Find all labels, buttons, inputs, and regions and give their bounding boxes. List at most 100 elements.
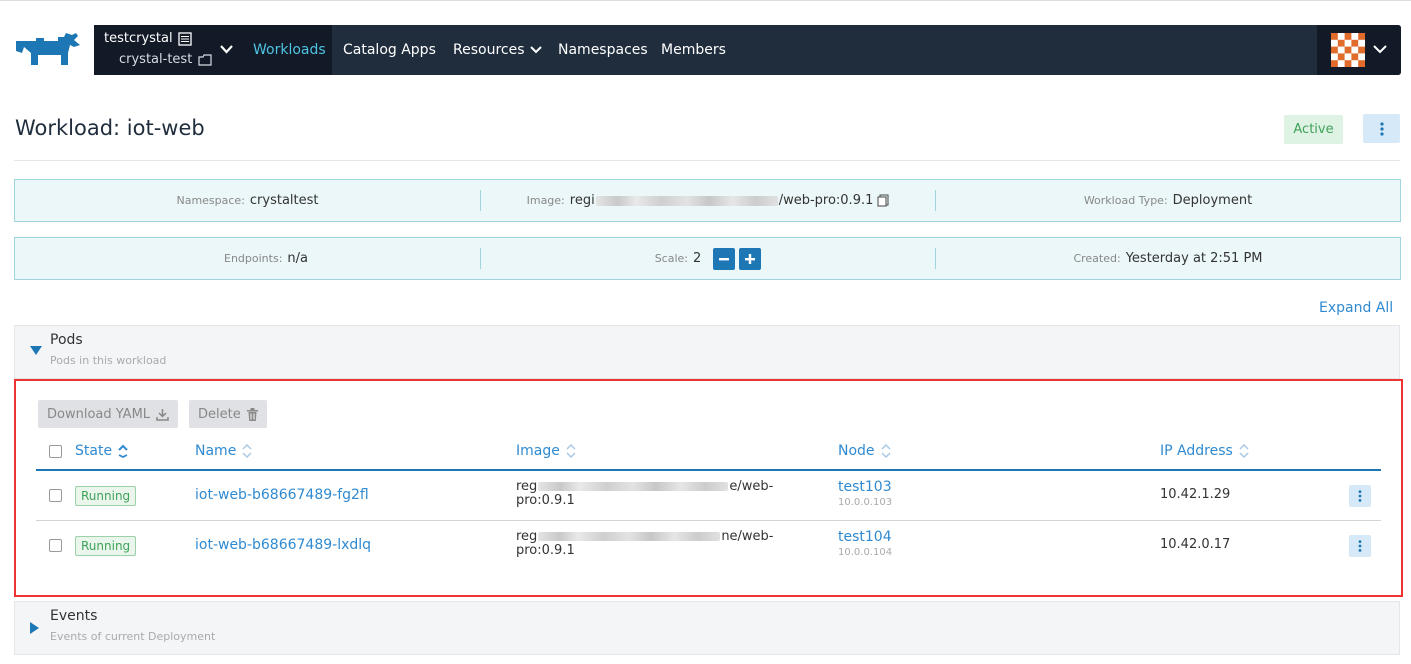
- select-all-checkbox[interactable]: [49, 445, 62, 458]
- delete-button[interactable]: Delete: [189, 400, 267, 428]
- image-field: Image: regi /web-pro:0.9.1: [481, 180, 935, 221]
- project-name: crystal-test: [119, 52, 193, 67]
- kebab-menu-icon: [1358, 540, 1362, 552]
- expand-all-link[interactable]: Expand All: [1319, 300, 1393, 316]
- column-header-image[interactable]: Image: [516, 443, 576, 459]
- pods-subtitle: Pods in this workload: [50, 354, 167, 367]
- nav-members[interactable]: Members: [661, 25, 726, 75]
- column-header-label: State: [75, 443, 113, 459]
- column-header-ip-address[interactable]: IP Address: [1160, 443, 1249, 459]
- info-box-top: Namespace: crystaltest Image: regi /web-…: [14, 179, 1401, 222]
- namespace-value: crystaltest: [249, 193, 319, 208]
- column-header-state[interactable]: State: [75, 443, 128, 459]
- status-badge: Active: [1284, 115, 1343, 144]
- node-ip: 10.0.0.104: [838, 547, 893, 558]
- column-header-name[interactable]: Name: [195, 443, 252, 459]
- pods-accordion-header[interactable]: Pods Pods in this workload: [14, 325, 1400, 379]
- download-yaml-label: Download YAML: [47, 406, 151, 422]
- workload-type-value: Deployment: [1172, 193, 1253, 208]
- pod-image-line2: pro:0.9.1: [516, 493, 575, 508]
- endpoints-label: Endpoints:: [224, 252, 283, 265]
- namespace-label: Namespace:: [176, 194, 245, 207]
- state-badge: Running: [75, 536, 137, 556]
- kebab-menu-icon: [1379, 121, 1384, 136]
- pod-image: reg ne/web- pro:0.9.1: [516, 530, 796, 558]
- nav-resources-label: Resources: [453, 42, 525, 58]
- image-blurred-registry: [538, 482, 729, 491]
- title-divider: [14, 160, 1400, 161]
- plus-icon: [745, 253, 756, 264]
- events-title: Events: [50, 608, 98, 624]
- cluster-name-row: testcrystal: [104, 31, 192, 46]
- pod-image-prefix: reg: [516, 529, 538, 544]
- sort-icon: [1239, 444, 1249, 458]
- image-blurred-registry: [595, 195, 778, 206]
- state-badge: Running: [75, 486, 137, 506]
- node-link[interactable]: test104: [838, 529, 892, 545]
- download-yaml-button[interactable]: Download YAML: [38, 400, 179, 428]
- sort-asc-icon: [118, 444, 128, 458]
- pod-name-link[interactable]: iot-web-b68667489-lxdlq: [195, 537, 371, 553]
- created-field: Created: Yesterday at 2:51 PM: [936, 238, 1400, 279]
- image-label: Image:: [526, 194, 565, 207]
- nav-resources[interactable]: Resources: [453, 25, 542, 75]
- workload-actions-button[interactable]: [1363, 114, 1400, 143]
- endpoints-field: Endpoints: n/a: [15, 238, 517, 279]
- folder-icon: [198, 53, 212, 66]
- nav-namespaces[interactable]: Namespaces: [558, 25, 648, 75]
- column-header-label: IP Address: [1160, 443, 1233, 459]
- user-avatar-icon: [1331, 33, 1365, 67]
- minus-icon: [719, 257, 730, 260]
- pod-name-link[interactable]: iot-web-b68667489-fg2fl: [195, 487, 369, 503]
- node-link[interactable]: test103: [838, 479, 892, 495]
- nav-catalog-apps[interactable]: Catalog Apps: [343, 25, 436, 75]
- created-value: Yesterday at 2:51 PM: [1125, 251, 1263, 266]
- pod-ip-address: 10.42.1.29: [1160, 487, 1231, 502]
- trash-icon: [246, 407, 258, 421]
- delete-label: Delete: [198, 406, 241, 422]
- sort-icon: [242, 444, 252, 458]
- image-value-suffix: /web-pro:0.9.1: [778, 193, 874, 208]
- column-header-label: Image: [516, 443, 560, 459]
- pod-image-mid: ne/web-: [721, 529, 774, 544]
- chevron-down-icon: [220, 45, 233, 54]
- workload-type-field: Workload Type: Deployment: [936, 180, 1400, 221]
- cluster-name: testcrystal: [104, 31, 173, 46]
- row-actions-button[interactable]: [1349, 535, 1371, 557]
- chevron-down-icon: [529, 46, 542, 54]
- kebab-menu-icon: [1358, 490, 1362, 502]
- pods-table-section: Download YAML Delete State Name Image No…: [14, 379, 1403, 597]
- column-header-node[interactable]: Node: [838, 443, 891, 459]
- pod-image-prefix: reg: [516, 479, 538, 494]
- scale-up-button[interactable]: [739, 247, 762, 270]
- row-checkbox[interactable]: [49, 489, 62, 502]
- pod-image-line2: pro:0.9.1: [516, 543, 575, 558]
- row-checkbox[interactable]: [49, 539, 62, 552]
- cluster-icon: [177, 31, 192, 46]
- top-border: [0, 0, 1411, 1]
- row-divider: [36, 520, 1381, 521]
- row-actions-button[interactable]: [1349, 485, 1371, 507]
- user-menu[interactable]: [1317, 25, 1401, 75]
- sort-icon: [566, 444, 576, 458]
- events-accordion-header[interactable]: Events Events of current Deployment: [14, 601, 1400, 655]
- scale-down-button[interactable]: [713, 247, 736, 270]
- events-subtitle: Events of current Deployment: [50, 630, 216, 643]
- caret-right-icon: [30, 622, 39, 634]
- copy-icon[interactable]: [877, 194, 889, 207]
- table-header-border: [36, 469, 1381, 471]
- created-label: Created:: [1073, 252, 1121, 265]
- scale-field: Scale: 2: [481, 238, 935, 279]
- caret-down-icon: [30, 346, 42, 355]
- chevron-down-icon: [1373, 45, 1387, 54]
- image-blurred-registry: [538, 532, 721, 541]
- pod-image-mid: e/web-: [729, 479, 774, 494]
- cluster-project-switcher[interactable]: testcrystal crystal-test: [94, 25, 242, 75]
- column-header-label: Node: [838, 443, 875, 459]
- namespace-field: Namespace: crystaltest: [15, 180, 480, 221]
- nav-workloads[interactable]: Workloads: [253, 25, 326, 75]
- sort-icon: [881, 444, 891, 458]
- rancher-logo-icon[interactable]: [14, 33, 82, 67]
- page-title: Workload: iot-web: [15, 116, 205, 140]
- info-box-bottom: Endpoints: n/a Scale: 2 Created: Yesterd…: [14, 237, 1401, 280]
